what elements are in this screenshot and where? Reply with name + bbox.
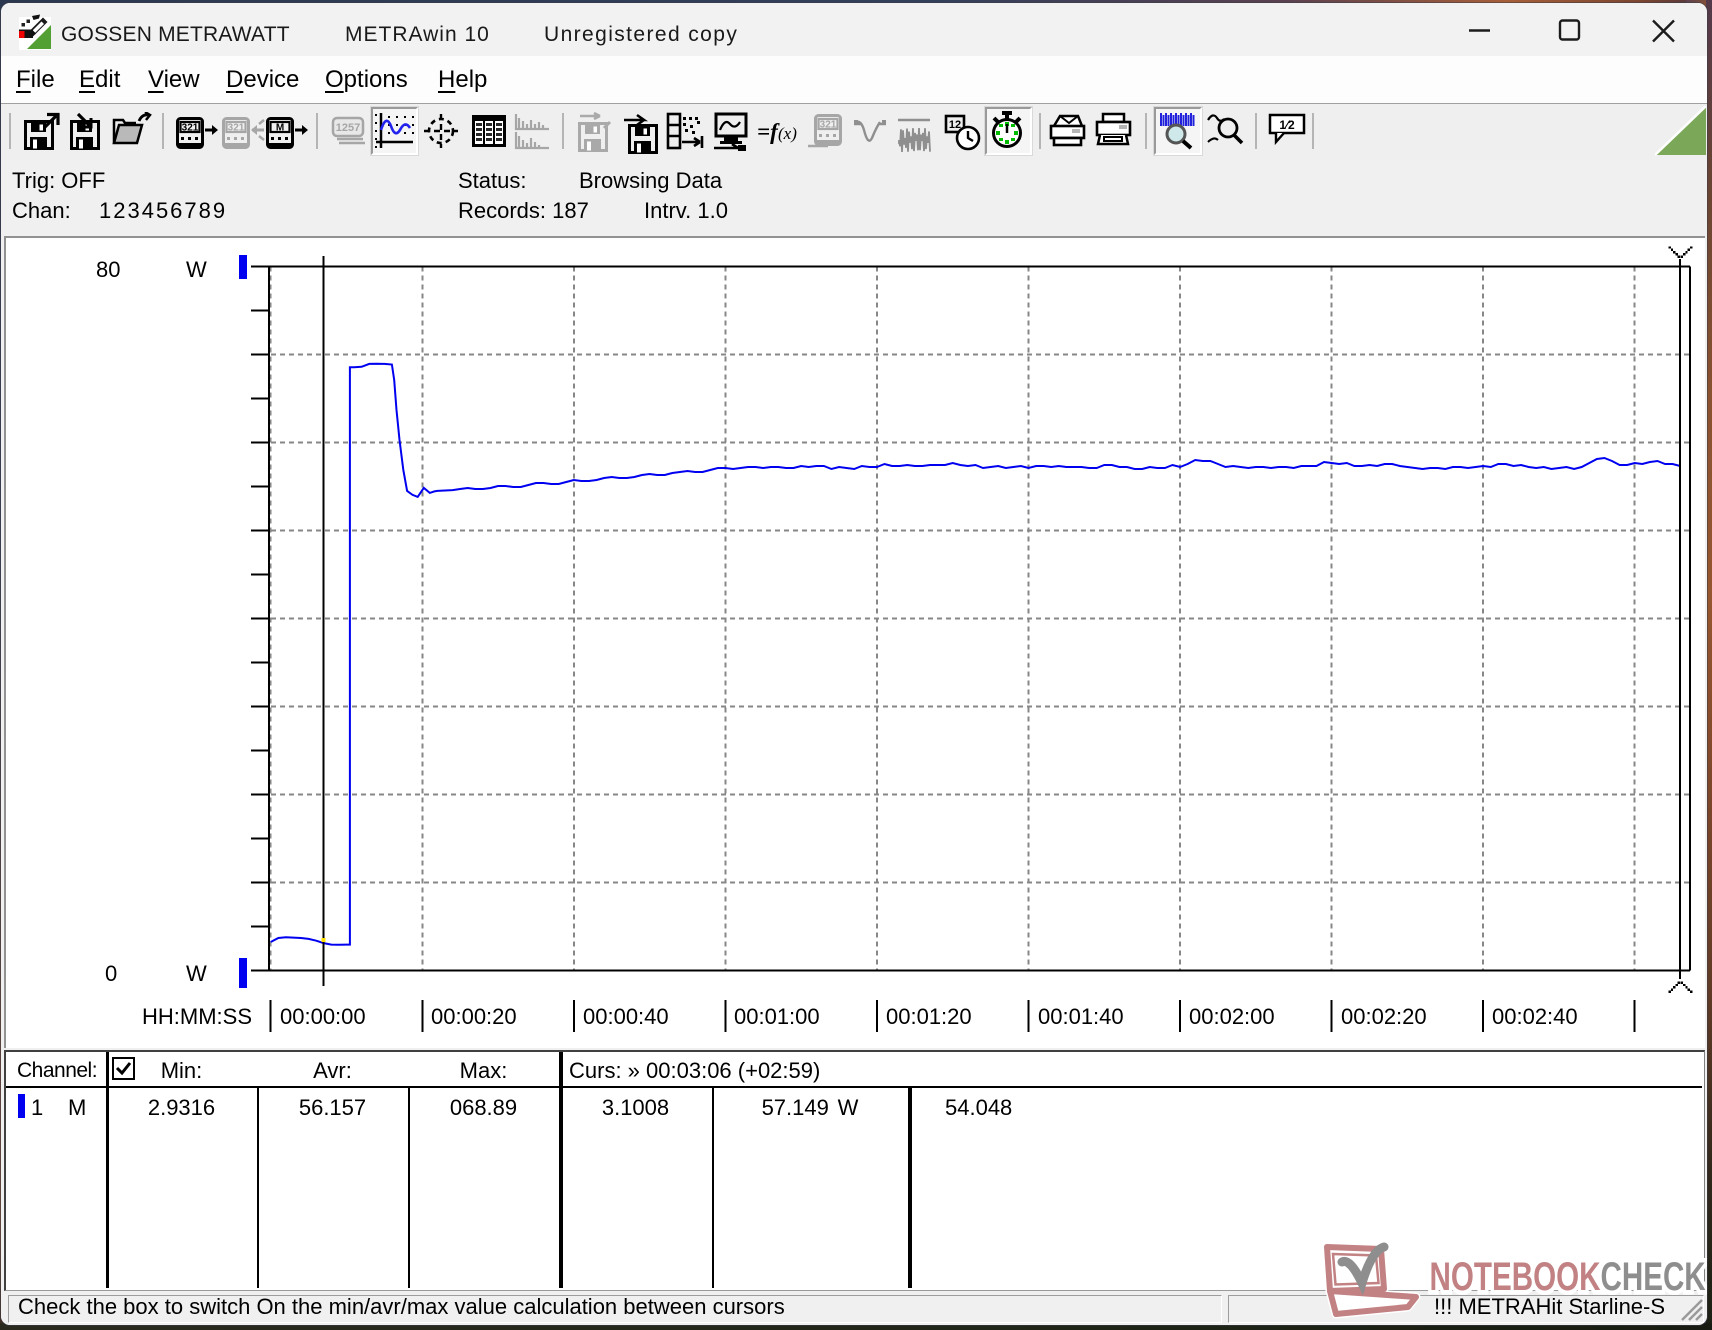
svg-text:=f: =f	[757, 119, 780, 144]
svg-text:NOTEBOOKCHECK: NOTEBOOKCHECK	[1430, 1255, 1707, 1299]
svg-text:M: M	[276, 123, 284, 134]
svg-text:321: 321	[228, 123, 245, 134]
svg-text:321: 321	[820, 120, 837, 131]
svg-text:1⁄2: 1⁄2	[1279, 118, 1295, 132]
svg-text:12: 12	[949, 119, 961, 131]
svg-text:1257: 1257	[336, 122, 360, 134]
svg-text:(x): (x)	[778, 124, 797, 143]
svg-text:321: 321	[182, 123, 199, 134]
